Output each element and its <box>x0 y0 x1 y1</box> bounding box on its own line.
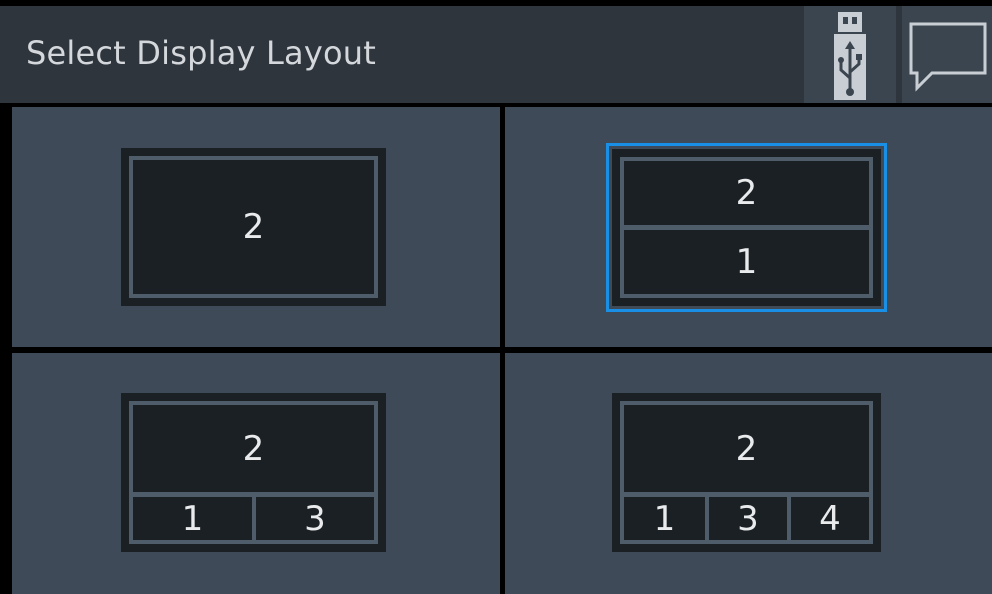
usb-stick-icon <box>834 12 866 100</box>
layout-option-split-4[interactable]: 2 1 3 4 <box>505 353 992 594</box>
layout-option-split-2[interactable]: 2 1 <box>505 107 992 347</box>
layout-option-split-3[interactable]: 2 1 3 <box>12 353 500 594</box>
display-cell: 3 <box>705 493 791 544</box>
layout-preview: 2 1 3 4 <box>612 393 881 552</box>
display-cell: 1 <box>620 493 709 544</box>
usb-button[interactable] <box>804 6 896 103</box>
display-cell: 4 <box>787 493 873 544</box>
layout-preview: 2 <box>121 148 386 306</box>
layout-option-single[interactable]: 2 <box>12 107 500 347</box>
layout-preview: 2 1 3 <box>121 393 386 552</box>
display-cell: 2 <box>620 401 873 496</box>
display-cell: 3 <box>252 493 378 544</box>
messages-button[interactable] <box>902 6 992 103</box>
header-bar: Select Display Layout <box>0 0 992 103</box>
display-cell: 1 <box>129 493 256 544</box>
display-cell: 2 <box>129 156 378 298</box>
layout-preview: 2 1 <box>612 149 881 306</box>
display-layout-screen: Select Display Layout 2 2 1 2 1 3 2 1 3 … <box>0 0 992 594</box>
display-cell: 1 <box>620 226 873 298</box>
speech-bubble-icon <box>909 22 987 92</box>
display-cell: 2 <box>129 401 378 496</box>
page-title: Select Display Layout <box>26 34 376 72</box>
display-cell: 2 <box>620 157 873 229</box>
